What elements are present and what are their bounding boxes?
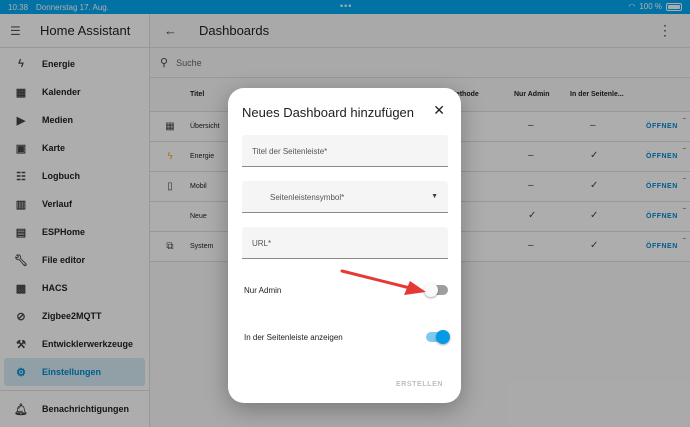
annotation-arrow-icon <box>340 269 426 295</box>
